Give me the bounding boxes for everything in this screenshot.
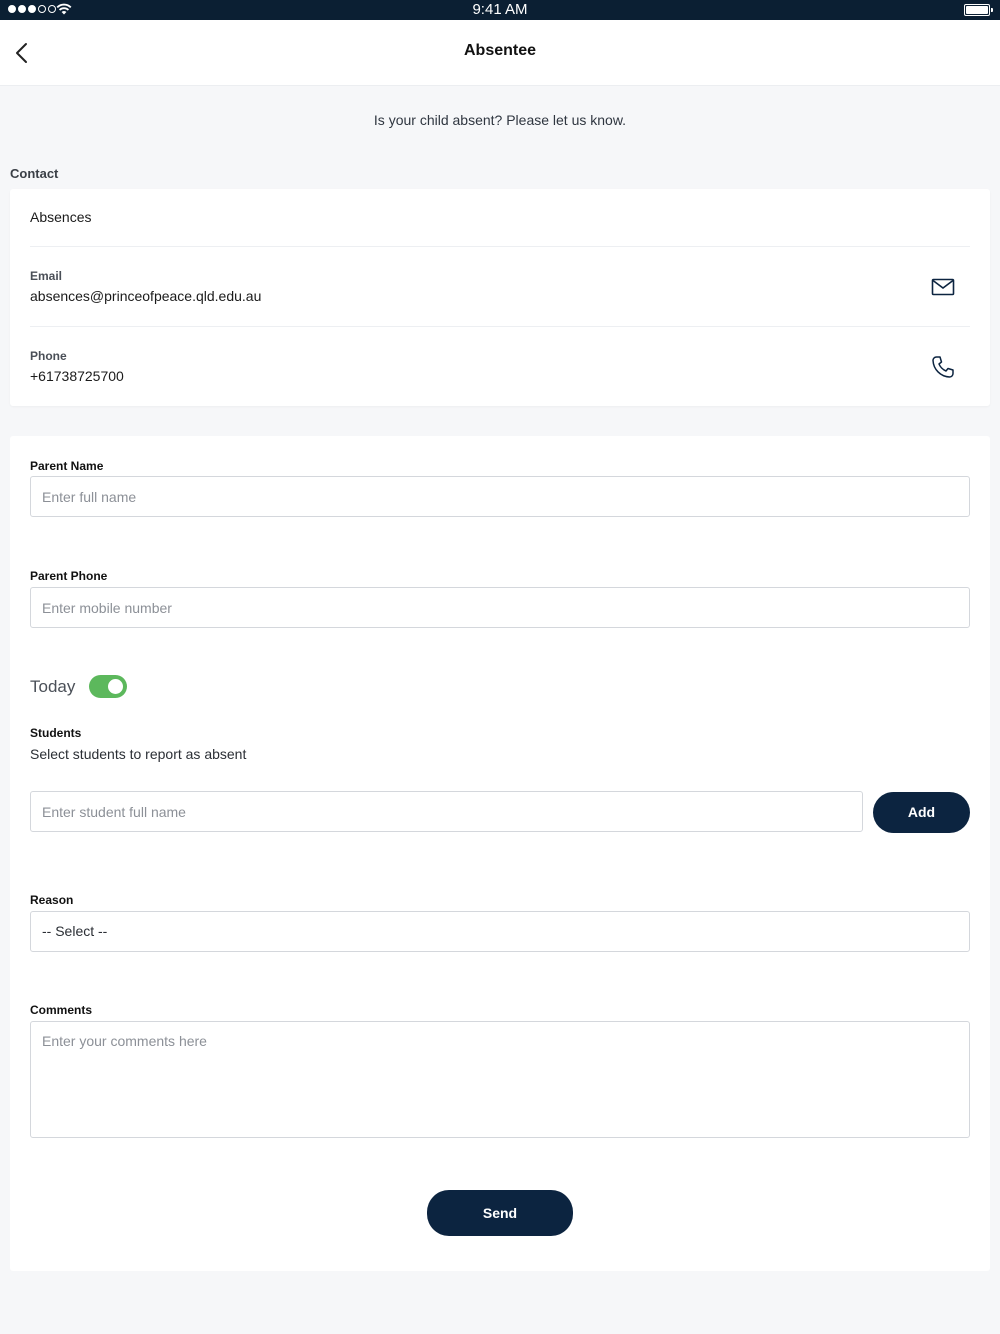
today-toggle[interactable] — [89, 675, 127, 698]
page-title: Absentee — [463, 42, 537, 59]
parent-phone-input[interactable] — [30, 587, 970, 628]
student-name-input[interactable] — [30, 791, 863, 832]
mail-icon[interactable] — [930, 274, 956, 300]
comments-input[interactable] — [30, 1021, 970, 1138]
reason-select[interactable]: -- Select -- — [30, 911, 970, 952]
contact-section-label: Contact — [10, 166, 59, 181]
status-bar: 9:41 AM — [0, 0, 1000, 20]
contact-card: Absences Email absences@princeofpeace.ql… — [10, 189, 990, 406]
parent-name-label: Parent Name — [30, 459, 104, 473]
contact-heading: Absences — [30, 209, 92, 225]
students-help-text: Select students to report as absent — [30, 746, 247, 762]
status-time: 9:41 AM — [472, 1, 528, 18]
phone-icon[interactable] — [930, 354, 956, 380]
battery-icon — [964, 4, 993, 16]
contact-row-absences: Absences — [30, 189, 970, 247]
absence-form: Parent Name Parent Phone Today Students … — [10, 436, 990, 1271]
phone-value[interactable]: +61738725700 — [30, 368, 124, 384]
parent-phone-label: Parent Phone — [30, 569, 108, 583]
email-value[interactable]: absences@princeofpeace.qld.edu.au — [30, 288, 261, 304]
nav-bar: Absentee — [0, 20, 1000, 86]
reason-label: Reason — [30, 893, 74, 907]
add-student-button[interactable]: Add — [873, 792, 970, 833]
toggle-knob — [108, 679, 123, 694]
comments-label: Comments — [30, 1003, 93, 1017]
contact-row-email[interactable]: Email absences@princeofpeace.qld.edu.au — [30, 247, 970, 327]
phone-label: Phone — [30, 349, 67, 363]
send-button[interactable]: Send — [427, 1190, 573, 1236]
email-label: Email — [30, 269, 63, 283]
contact-row-phone[interactable]: Phone +61738725700 — [30, 327, 970, 406]
today-label: Today — [30, 677, 76, 696]
intro-text: Is your child absent? Please let us know… — [373, 112, 627, 128]
students-label: Students — [30, 726, 82, 740]
parent-name-input[interactable] — [30, 476, 970, 517]
